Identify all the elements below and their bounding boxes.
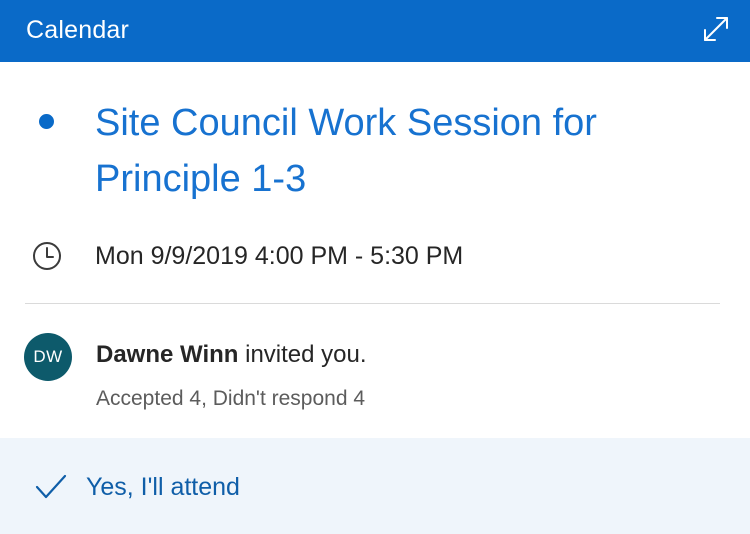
calendar-event-card: Calendar Site Council Work Session for P… <box>0 0 750 534</box>
header-title: Calendar <box>26 16 130 44</box>
event-time: Mon 9/9/2019 4:00 PM - 5:30 PM <box>95 242 464 270</box>
organizer-name: Dawne Winn <box>96 341 239 368</box>
invite-line: Dawne Winn invited you. <box>96 339 367 371</box>
response-footer: Yes, I'll attend <box>0 438 750 534</box>
response-summary: Accepted 4, Didn't respond 4 <box>96 387 366 410</box>
organizer-avatar: DW <box>24 333 72 381</box>
expand-diagonal-icon <box>704 17 728 41</box>
card-header: Calendar <box>0 0 750 62</box>
yes-attend-button[interactable]: Yes, I'll attend <box>34 466 240 508</box>
event-title[interactable]: Site Council Work Session for Principle … <box>95 95 715 207</box>
expand-button[interactable] <box>696 9 736 49</box>
invite-action-text: invited you. <box>238 341 367 368</box>
divider <box>25 303 720 304</box>
checkmark-icon <box>35 474 67 499</box>
calendar-color-dot <box>39 114 54 129</box>
yes-attend-label: Yes, I'll attend <box>86 473 240 501</box>
clock-icon <box>33 242 61 270</box>
event-time-row: Mon 9/9/2019 4:00 PM - 5:30 PM <box>0 234 750 278</box>
